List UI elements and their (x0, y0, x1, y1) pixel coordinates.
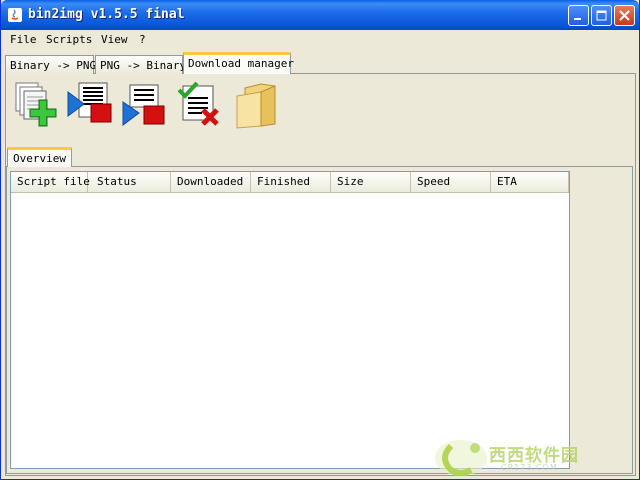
start-download-icon (67, 82, 112, 123)
start-download-button[interactable] (65, 80, 115, 130)
open-folder-button[interactable] (231, 80, 281, 130)
menu-bar: File Scripts View ? (1, 30, 639, 50)
minimize-button[interactable] (568, 5, 589, 26)
table-header: Script file Status Downloaded Finished S… (11, 172, 569, 193)
menu-view[interactable]: View (101, 33, 128, 46)
column-status[interactable]: Status (91, 172, 171, 192)
column-finished[interactable]: Finished (251, 172, 331, 192)
column-script-file[interactable]: Script file (11, 172, 90, 192)
tab-overview[interactable]: Overview (7, 147, 72, 167)
table-gutter (570, 171, 631, 469)
remove-finished-button[interactable] (175, 80, 225, 130)
maximize-icon (596, 10, 607, 21)
window-title: bin2img v1.5.5 final (28, 7, 185, 22)
column-downloaded[interactable]: Downloaded (171, 172, 251, 192)
tab-binary-to-png[interactable]: Binary -> PNG (5, 55, 96, 74)
stop-download-button[interactable] (120, 80, 170, 130)
title-bar[interactable]: bin2img v1.5.5 final (1, 0, 639, 30)
column-eta[interactable]: ETA (491, 172, 569, 192)
stop-download-icon (122, 84, 165, 126)
column-size[interactable]: Size (331, 172, 411, 192)
close-icon (619, 10, 630, 21)
add-documents-icon (15, 82, 57, 127)
downloads-table[interactable]: Script file Status Downloaded Finished S… (10, 171, 570, 469)
java-app-icon (8, 8, 22, 22)
menu-help[interactable]: ? (139, 33, 146, 46)
minimize-icon (574, 18, 581, 20)
menu-file[interactable]: File (10, 33, 37, 46)
open-folder-icon (236, 83, 276, 129)
tab-download-manager[interactable]: Download manager (183, 52, 294, 74)
maximize-button[interactable] (591, 5, 612, 26)
app-window: bin2img v1.5.5 final File Scripts View ?… (0, 0, 640, 480)
tab-png-to-binary[interactable]: PNG -> Binary (95, 55, 186, 74)
column-speed[interactable]: Speed (411, 172, 491, 192)
watermark-url: CR173.COM (501, 463, 558, 472)
menu-scripts[interactable]: Scripts (46, 33, 92, 46)
add-scripts-button[interactable] (11, 80, 61, 130)
remove-finished-icon (177, 81, 219, 126)
close-button[interactable] (614, 5, 635, 26)
